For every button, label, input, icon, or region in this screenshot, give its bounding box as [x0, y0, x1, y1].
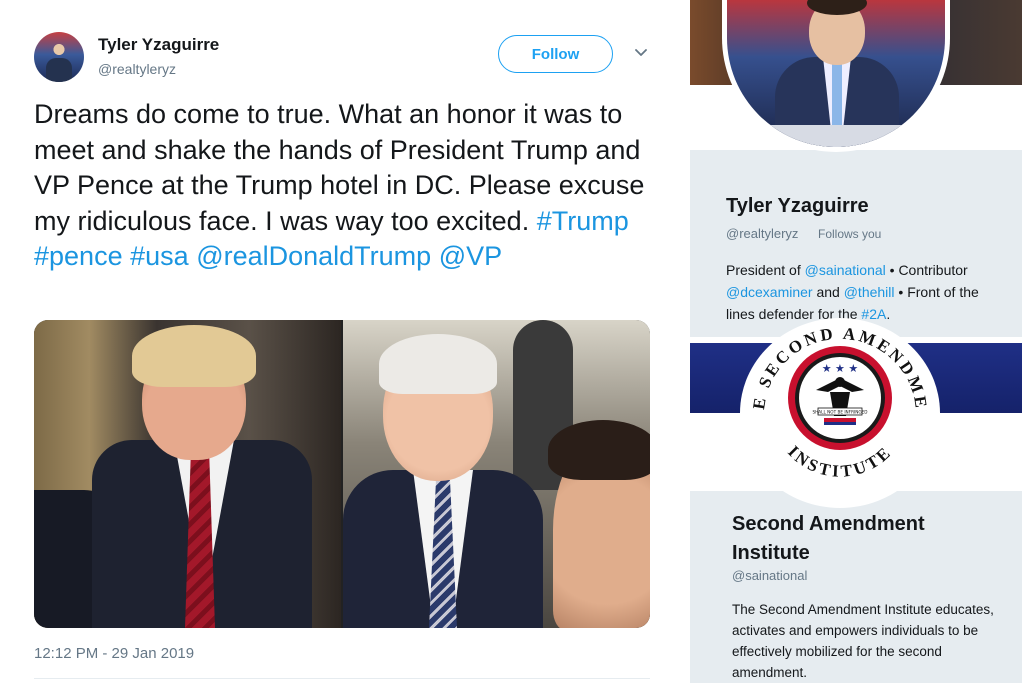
author-name[interactable]: Tyler Yzaguirre: [98, 35, 219, 55]
bio-text: and: [812, 284, 844, 300]
profile-handle[interactable]: @realtyleryz: [726, 226, 798, 241]
bio-link-thehill[interactable]: @thehill: [844, 284, 895, 300]
hashtag-trump[interactable]: #Trump: [537, 206, 629, 236]
author-avatar[interactable]: [34, 32, 84, 82]
org-seal-logo: THE SECOND AMENDMENT INSTITUTE ★ ★ ★ SHA…: [734, 320, 928, 481]
bio-text: • Contributor: [885, 262, 968, 278]
org-name[interactable]: Second Amendment Institute: [732, 510, 992, 568]
tweet-card: Tyler Yzaguirre @realtyleryz Follow Drea…: [0, 0, 672, 683]
org-bio: The Second Amendment Institute educates,…: [732, 602, 994, 680]
profile-bio: President of @sainational • Contributor …: [726, 259, 1011, 325]
svg-text:SHALL NOT BE INFRINGED: SHALL NOT BE INFRINGED: [812, 410, 867, 415]
svg-text:★ ★ ★: ★ ★ ★: [822, 362, 859, 375]
mention-realdonaldtrump[interactable]: @realDonaldTrump: [196, 241, 431, 271]
bio-text: President of: [726, 262, 805, 278]
follow-button[interactable]: Follow: [498, 35, 613, 73]
photo-1[interactable]: [34, 320, 341, 628]
tweet-media[interactable]: [34, 320, 650, 628]
bio-link-sainational[interactable]: @sainational: [805, 262, 886, 278]
tweet-text: Dreams do come to true. What an honor it…: [34, 97, 654, 275]
author-handle[interactable]: @realtyleryz: [98, 61, 176, 77]
tweet-timestamp[interactable]: 12:12 PM - 29 Jan 2019: [34, 645, 194, 662]
org-handle[interactable]: @sainational: [732, 568, 807, 583]
hashtag-pence[interactable]: #pence: [34, 241, 123, 271]
hashtag-usa[interactable]: #usa: [130, 241, 189, 271]
divider: [34, 678, 650, 679]
follows-you-badge: Follows you: [818, 227, 882, 241]
profile-avatar[interactable]: [722, 0, 950, 152]
photo-2[interactable]: [343, 320, 650, 628]
bio-link-dcexaminer[interactable]: @dcexaminer: [726, 284, 813, 300]
profile-name[interactable]: Tyler Yzaguirre: [726, 195, 869, 218]
mention-vp[interactable]: @VP: [439, 241, 502, 271]
chevron-down-icon[interactable]: [632, 44, 650, 62]
